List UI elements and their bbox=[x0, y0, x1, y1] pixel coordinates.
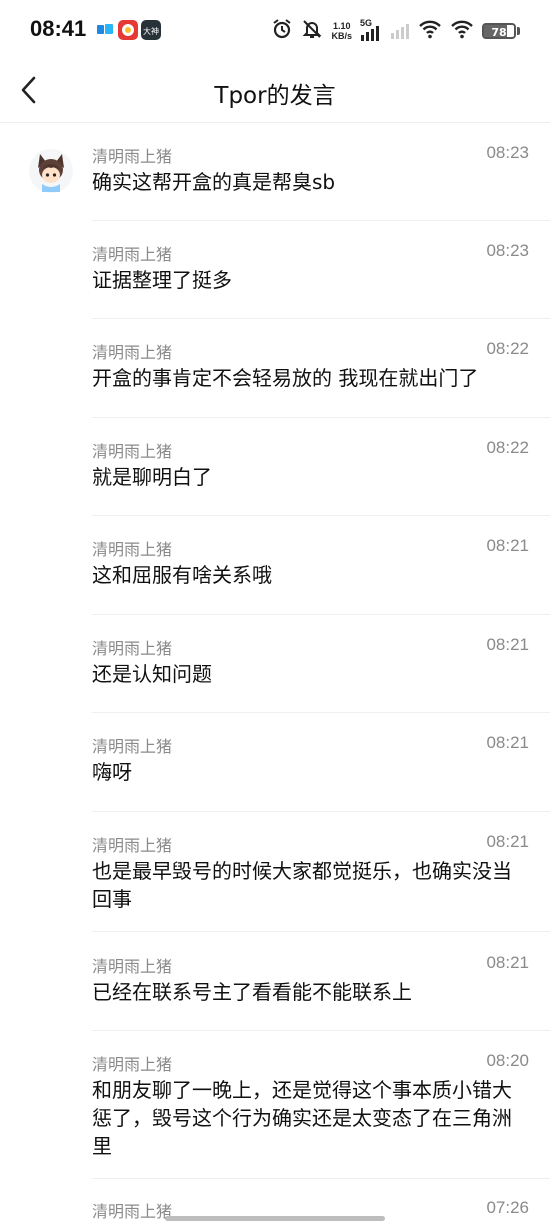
message-sender: 清明雨上猪 bbox=[92, 1202, 173, 1221]
message-item[interactable]: 清明雨上猪 08:21 已经在联系号主了看看能不能联系上 bbox=[92, 953, 529, 1023]
avatar[interactable] bbox=[28, 148, 74, 194]
message-item[interactable]: 清明雨上猪 08:20 和朋友聊了一晚上，还是觉得这个事本质小错大惩了，毁号这个… bbox=[92, 1051, 529, 1177]
message-divider bbox=[92, 1178, 550, 1179]
message-time: 08:21 bbox=[486, 733, 529, 752]
status-icons: 1.10 KB/s 5G 78 bbox=[271, 18, 520, 44]
message-divider bbox=[92, 712, 550, 713]
home-indicator[interactable] bbox=[165, 1216, 385, 1221]
message-divider bbox=[92, 931, 550, 932]
message-time: 08:22 bbox=[486, 339, 529, 358]
message-text: 这和屈服有啥关系哦 bbox=[92, 563, 272, 587]
battery-cap bbox=[517, 27, 520, 35]
message-sender: 清明雨上猪 bbox=[92, 343, 173, 362]
message-text: 还是认知问题 bbox=[92, 662, 212, 686]
message-text: 和朋友聊了一晚上，还是觉得这个事本质小错大惩了，毁号这个行为确实还是太变态了在三… bbox=[92, 1078, 512, 1158]
message-text: 证据整理了挺多 bbox=[92, 268, 232, 292]
message-time: 08:22 bbox=[486, 438, 529, 457]
message-item[interactable]: 清明雨上猪 08:21 还是认知问题 bbox=[92, 635, 529, 705]
battery-icon: 78 bbox=[482, 23, 516, 39]
message-text: 开盒的事肯定不会轻易放的 我现在就出门了 bbox=[92, 366, 479, 390]
status-bar: 08:41 大神 1.10 KB/s 5G 78 bbox=[0, 0, 550, 60]
message-sender: 清明雨上猪 bbox=[92, 639, 173, 658]
net-speed-value: 1.10 bbox=[332, 21, 351, 31]
message-time: 08:23 bbox=[486, 241, 529, 260]
message-divider bbox=[92, 811, 550, 812]
message-sender: 清明雨上猪 bbox=[92, 1055, 173, 1074]
signal-icon-secondary bbox=[390, 18, 410, 44]
signal-icon: 5G bbox=[360, 18, 382, 42]
wifi-icon-secondary bbox=[450, 18, 474, 44]
alarm-icon bbox=[271, 18, 293, 44]
message-time: 08:21 bbox=[486, 832, 529, 851]
message-text: 也是最早毁号的时候大家都觉挺乐，也确实没当回事 bbox=[92, 859, 512, 911]
message-text: 已经在联系号主了看看能不能联系上 bbox=[92, 980, 412, 1004]
message-sender: 清明雨上猪 bbox=[92, 147, 173, 166]
message-time: 08:23 bbox=[486, 143, 529, 162]
message-time: 08:21 bbox=[486, 953, 529, 972]
header-divider bbox=[0, 122, 550, 123]
app-icon-game bbox=[118, 20, 138, 40]
message-time: 07:26 bbox=[486, 1198, 529, 1217]
page-title: Tpor的发言 bbox=[214, 83, 336, 109]
message-divider bbox=[92, 220, 550, 221]
message-divider bbox=[92, 1030, 550, 1031]
message-text: 就是聊明白了 bbox=[92, 465, 212, 489]
message-item[interactable]: 清明雨上猪 08:21 这和屈服有啥关系哦 bbox=[92, 536, 529, 606]
message-sender: 清明雨上猪 bbox=[92, 957, 173, 976]
svg-text:大神: 大神 bbox=[143, 26, 159, 36]
message-text: 确实这帮开盒的真是帮臭sb bbox=[92, 170, 336, 194]
net-speed: 1.10 KB/s bbox=[331, 21, 352, 41]
message-sender: 清明雨上猪 bbox=[92, 737, 173, 756]
battery-level-text: 78 bbox=[491, 26, 507, 39]
message-text: 嗨呀 bbox=[92, 760, 132, 784]
message-divider bbox=[92, 417, 550, 418]
message-item[interactable]: 清明雨上猪 08:23 证据整理了挺多 bbox=[92, 241, 529, 311]
message-item[interactable]: 清明雨上猪 08:22 就是聊明白了 bbox=[92, 438, 529, 508]
top-header: Tpor的发言 bbox=[0, 60, 550, 122]
status-time: 08:41 bbox=[30, 16, 87, 41]
message-time: 08:20 bbox=[486, 1051, 529, 1070]
message-sender: 清明雨上猪 bbox=[92, 245, 173, 264]
message-item[interactable]: 清明雨上猪 08:21 嗨呀 bbox=[92, 733, 529, 803]
app-icon-dashen: 大神 bbox=[141, 20, 161, 40]
message-item[interactable]: 清明雨上猪 08:23 确实这帮开盒的真是帮臭sb bbox=[92, 143, 529, 213]
message-time: 08:21 bbox=[486, 635, 529, 654]
message-sender: 清明雨上猪 bbox=[92, 836, 173, 855]
message-item[interactable]: 清明雨上猪 08:21 也是最早毁号的时候大家都觉挺乐，也确实没当回事 bbox=[92, 832, 529, 930]
message-divider bbox=[92, 614, 550, 615]
message-divider bbox=[92, 318, 550, 319]
app-icon-blue bbox=[95, 20, 115, 40]
mute-bell-icon bbox=[301, 18, 323, 44]
net-speed-unit: KB/s bbox=[331, 31, 352, 41]
message-sender: 清明雨上猪 bbox=[92, 540, 173, 559]
wifi-icon bbox=[418, 18, 442, 44]
message-sender: 清明雨上猪 bbox=[92, 442, 173, 461]
message-divider bbox=[92, 515, 550, 516]
message-item[interactable]: 清明雨上猪 08:22 开盒的事肯定不会轻易放的 我现在就出门了 bbox=[92, 339, 529, 409]
message-time: 08:21 bbox=[486, 536, 529, 555]
